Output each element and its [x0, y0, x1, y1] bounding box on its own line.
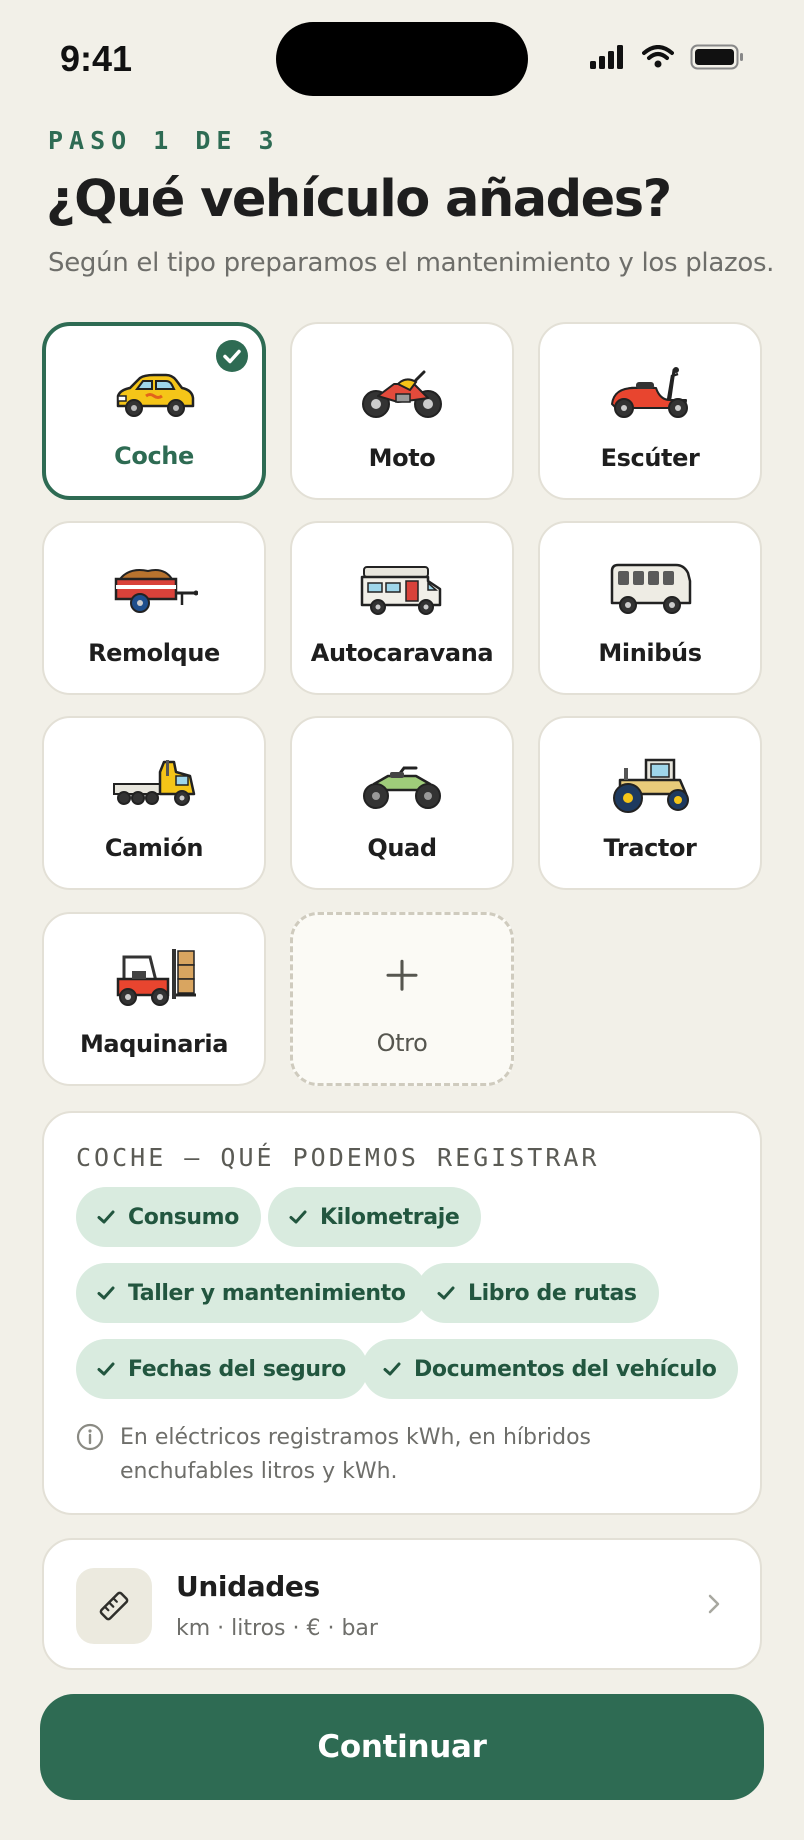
quad-icon: [363, 766, 441, 809]
vehicle-option-otro[interactable]: Otro: [290, 912, 514, 1086]
status-time: 9:41: [60, 38, 133, 79]
feature-chip-label: Fechas del seguro: [128, 1356, 346, 1382]
step-indicator: PASO 1 DE 3: [48, 126, 280, 155]
motorhome-icon: [360, 566, 442, 615]
status-bar: 9:41: [0, 0, 804, 110]
check-icon: [383, 1362, 401, 1376]
vehicle-option-tractor[interactable]: Tractor: [538, 716, 762, 890]
page-subtitle: Según el tipo preparamos el mantenimient…: [48, 248, 775, 278]
vehicle-option-escuter[interactable]: Escúter: [538, 322, 762, 500]
info-icon: [76, 1423, 104, 1451]
vehicle-option-moto[interactable]: Moto: [290, 322, 514, 500]
vehicle-option-label: Escúter: [600, 444, 700, 472]
check-icon: [97, 1286, 115, 1300]
signal-icon: [590, 45, 623, 69]
vehicle-option-remolque[interactable]: Remolque: [42, 521, 266, 695]
feature-chip: Fechas del seguro: [76, 1339, 368, 1399]
check-icon: [437, 1286, 455, 1300]
trailer-icon: [114, 569, 198, 613]
page-title: ¿Qué vehículo añades?: [46, 170, 672, 229]
feature-chip: Kilometraje: [268, 1187, 482, 1247]
motorcycle-icon: [362, 370, 442, 418]
check-icon: [289, 1210, 307, 1224]
features-note: En eléctricos registramos kWh, en híbrid…: [76, 1421, 726, 1489]
feature-chip-label: Documentos del vehículo: [414, 1356, 717, 1382]
feature-chip: Taller y mantenimiento: [76, 1263, 428, 1323]
vehicle-option-camion[interactable]: Camión: [42, 716, 266, 890]
check-icon: [97, 1362, 115, 1376]
vehicle-option-label: Remolque: [88, 639, 220, 667]
vehicle-option-label: Tractor: [603, 834, 697, 862]
vehicle-option-quad[interactable]: Quad: [290, 716, 514, 890]
feature-chip: Libro de rutas: [416, 1263, 659, 1323]
forklift-icon: [116, 949, 196, 1006]
plus-icon: [386, 959, 418, 991]
scooter-icon: [611, 367, 688, 418]
car-icon: [116, 373, 195, 417]
feature-chip-label: Taller y mantenimiento: [128, 1280, 406, 1306]
chevron-right-icon: [708, 1594, 720, 1614]
check-icon: [97, 1210, 115, 1224]
units-subtitle: km · litros · € · bar: [176, 1616, 378, 1641]
vehicle-option-label: Minibús: [598, 639, 702, 667]
vehicle-option-label: Maquinaria: [79, 1030, 229, 1058]
features-title: COCHE — QUÉ PODEMOS REGISTRAR: [76, 1143, 600, 1172]
ruler-icon: [76, 1568, 152, 1644]
vehicle-option-maquinaria[interactable]: Maquinaria: [42, 912, 266, 1086]
vehicle-option-label: Autocaravana: [310, 639, 494, 667]
continue-button[interactable]: Continuar: [40, 1694, 764, 1800]
minibus-icon: [610, 563, 692, 614]
vehicle-option-coche[interactable]: Coche: [42, 322, 266, 500]
vehicle-option-label: Camión: [104, 834, 204, 862]
battery-icon: [690, 44, 743, 70]
vehicle-option-autocaravana[interactable]: Autocaravana: [290, 521, 514, 695]
vehicle-option-label: Quad: [367, 834, 437, 862]
features-note-text: En eléctricos registramos kWh, en híbrid…: [120, 1425, 592, 1484]
vehicle-option-label: Otro: [376, 1029, 428, 1057]
vehicle-option-label: Moto: [368, 444, 436, 472]
selected-check-icon: [216, 340, 248, 372]
vehicle-option-label: Coche: [114, 442, 194, 470]
vehicle-option-minibus[interactable]: Minibús: [538, 521, 762, 695]
tractor-icon: [613, 758, 689, 813]
dynamic-island: [276, 22, 528, 96]
feature-chip: Documentos del vehículo: [362, 1339, 739, 1399]
status-icons: [590, 44, 744, 70]
wifi-icon: [642, 45, 674, 68]
truck-icon: [113, 760, 196, 806]
units-row[interactable]: Unidades km · litros · € · bar: [42, 1538, 762, 1670]
features-panel: COCHE — QUÉ PODEMOS REGISTRAR Consumo Ki…: [42, 1111, 762, 1515]
feature-chip-label: Consumo: [128, 1204, 239, 1230]
units-title: Unidades: [176, 1570, 320, 1603]
feature-chip: Consumo: [76, 1187, 261, 1247]
feature-chip-label: Kilometraje: [320, 1204, 460, 1230]
feature-chip-label: Libro de rutas: [468, 1280, 637, 1306]
